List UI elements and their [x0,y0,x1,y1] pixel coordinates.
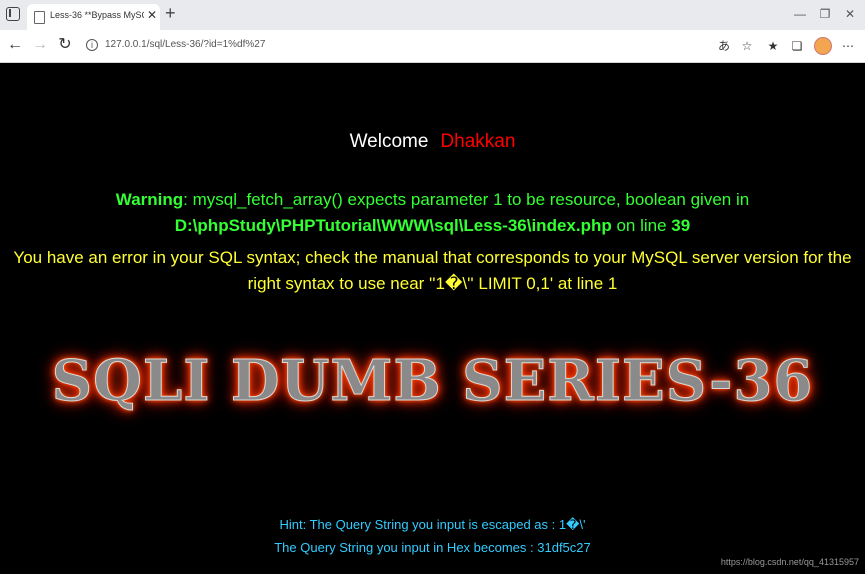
tab-actions-icon[interactable] [6,7,20,21]
tab-close-icon[interactable]: ✕ [147,8,157,22]
warning-path: D:\phpStudy\PHPTutorial\WWW\sql\Less-36\… [174,216,612,235]
hint-hex: The Query String you input in Hex become… [274,540,591,555]
warning-online: on line [611,216,672,235]
site-info-icon[interactable]: i [86,39,98,51]
more-icon[interactable]: ⋯ [840,38,856,54]
favorites-icon[interactable]: ★ [765,38,781,54]
minimize-icon[interactable]: — [790,5,810,23]
back-icon[interactable]: ← [6,36,24,54]
page-body: Welcome Dhakkan Warning: mysql_fetch_arra… [0,63,865,574]
warning-line: 39 [671,216,691,235]
new-tab-icon[interactable]: + [165,3,176,23]
hint-escaped: Hint: The Query String you input is esca… [279,517,586,532]
welcome-name: Dhakkan [440,131,516,152]
tab-strip: Less-36 **Bypass MySQL Real Es ✕ + — ❐ ✕ [0,0,865,30]
favorite-add-icon[interactable]: ☆ [739,38,755,54]
address-bar[interactable]: i 127.0.0.1/sql/Less-36/?id=1%df%27 [80,34,760,58]
warning-label: Warning [115,190,184,209]
profile-avatar-icon[interactable] [814,37,832,55]
series-banner-logo: SQLI DUMB SERIES-36 [51,348,814,415]
refresh-icon[interactable]: ↻ [56,36,74,54]
page-favicon-icon [34,11,45,24]
forward-icon[interactable]: → [31,36,49,54]
php-warning: Warning: mysql_fetch_array() expects par… [10,187,855,239]
welcome-line: Welcome Dhakkan [0,131,865,153]
restore-icon[interactable]: ❐ [815,5,835,23]
watermark: https://blog.csdn.net/qq_41315957 [720,557,859,567]
warning-text: : mysql_fetch_array() expects parameter … [183,190,750,209]
close-window-icon[interactable]: ✕ [840,5,860,23]
read-aloud-icon[interactable]: あ [716,38,732,54]
browser-tab[interactable]: Less-36 **Bypass MySQL Real Es ✕ [27,4,160,30]
welcome-label: Welcome [349,131,429,152]
collections-icon[interactable]: ❏ [789,38,805,54]
url-text[interactable]: 127.0.0.1/sql/Less-36/?id=1%df%27 [105,39,265,50]
tab-title: Less-36 **Bypass MySQL Real Es [50,10,144,20]
sql-error-message: You have an error in your SQL syntax; ch… [13,248,852,293]
browser-toolbar: ← → ↻ i 127.0.0.1/sql/Less-36/?id=1%df%2… [0,30,865,63]
